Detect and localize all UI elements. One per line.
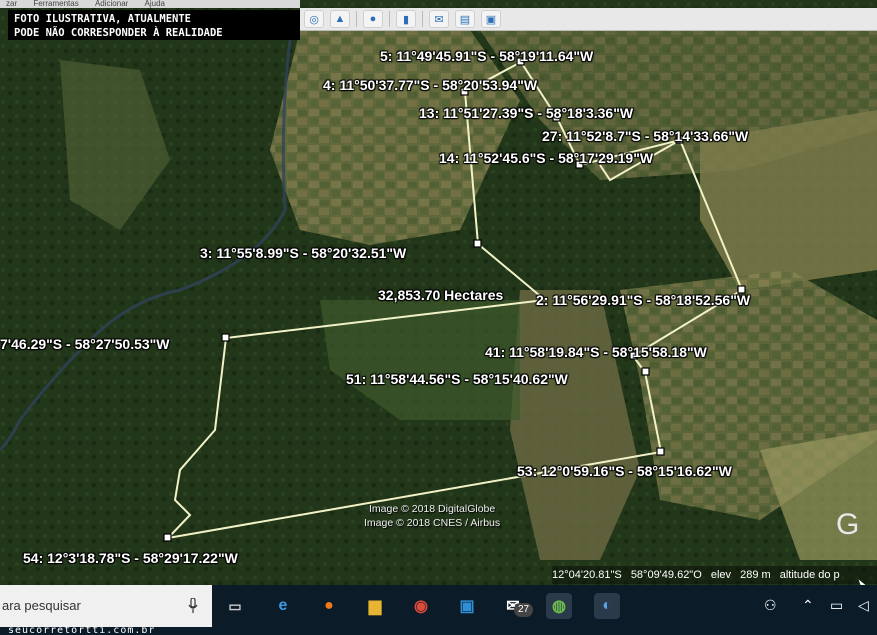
landscape-icon[interactable]: ▲ [330, 10, 350, 28]
file-explorer-icon[interactable]: ▆ [362, 593, 388, 619]
menu-item[interactable]: zar [6, 0, 17, 8]
elevation-readout: 289 m [740, 569, 771, 581]
menu-item-add[interactable]: Adicionar [95, 0, 128, 8]
chrome-icon[interactable]: ◉ [408, 593, 434, 619]
placemark-label-51[interactable]: 51: 11°58'44.56"S - 58°15'40.62"W [346, 371, 568, 387]
watermark: FOTO ILUSTRATIVA, ATUALMENTE PODE NÃO CO… [8, 10, 300, 40]
placemark-label-27[interactable]: 27: 11°52'8.7"S - 58°14'33.66"W [542, 128, 748, 144]
volume-icon[interactable]: ◁ [858, 597, 869, 614]
microphone-icon[interactable] [188, 598, 198, 614]
marker-51 [641, 367, 650, 376]
menu-item-help[interactable]: Ajuda [145, 0, 165, 8]
chevron-up-icon[interactable]: ⌃ [802, 597, 814, 614]
task-view-icon[interactable]: ▭ [222, 593, 248, 619]
status-bar: 12°04'20.81"S 58°09'49.62"O elev 289 m a… [552, 566, 877, 584]
watermark-line-1: FOTO ILUSTRATIVA, ATUALMENTE [14, 13, 192, 25]
longitude-readout: 58°09'49.62"O [630, 569, 702, 581]
taskbar-search-box[interactable]: ara pesquisar [0, 585, 212, 627]
marker-3 [473, 239, 482, 248]
placemark-label-41[interactable]: 41: 11°58'19.84"S - 58°15'58.18"W [485, 344, 707, 360]
toolbar: ◎ ▲ ● ▮ ✉ ▤ ▣ [300, 8, 877, 31]
marker-1 [221, 333, 230, 342]
menu-item-tools[interactable]: Ferramentas [33, 0, 78, 8]
site-watermark: seucorretortti.com.br [0, 626, 877, 635]
google-earth-icon[interactable]: ◐ [594, 593, 620, 619]
latitude-readout: 12°04'20.81"S [552, 569, 622, 581]
placemark-label-3[interactable]: 3: 11°55'8.99"S - 58°20'32.51"W [200, 245, 406, 261]
placemark-label-13[interactable]: 13: 11°51'27.39"S - 58°18'3.36"W [419, 105, 633, 121]
placemark-label-53[interactable]: 53: 12°0'59.16"S - 58°15'16.62"W [517, 463, 732, 479]
satellite-map[interactable] [0, 0, 877, 635]
menu-bar: zar Ferramentas Adicionar Ajuda [0, 0, 300, 8]
watermark-line-2: PODE NÃO CORRESPONDER À REALIDADE [14, 27, 223, 39]
marker-54 [163, 533, 172, 542]
marker-53 [656, 447, 665, 456]
placemark-label-4[interactable]: 4: 11°50'37.77"S - 58°20'53.94"W [323, 77, 537, 93]
battery-icon[interactable]: ▭ [830, 597, 843, 614]
print-icon[interactable]: ▤ [455, 10, 475, 28]
firefox-icon[interactable]: ● [316, 593, 342, 619]
ruler-icon[interactable]: ▮ [396, 10, 416, 28]
placemark-label-14[interactable]: 14: 11°52'45.6"S - 58°17'29.19"W [439, 150, 653, 166]
placemark-label-2[interactable]: 2: 11°56'29.91"S - 58°18'52.56"W [536, 292, 750, 308]
image-credit-1: Image © 2018 DigitalGlobe [369, 503, 496, 515]
placemark-label-54[interactable]: 54: 12°3'18.78"S - 58°29'17.22"W [23, 550, 238, 566]
globe-icon[interactable]: ◎ [304, 10, 324, 28]
app-icon[interactable]: ▣ [454, 593, 480, 619]
email-icon[interactable]: ✉ [429, 10, 449, 28]
search-placeholder: ara pesquisar [2, 598, 81, 613]
google-earth-screenshot: zar Ferramentas Adicionar Ajuda ◎ ▲ ● ▮ … [0, 0, 877, 635]
google-earth-pro-icon[interactable]: ◍ [546, 593, 572, 619]
placemark-label-1[interactable]: 7'46.29"S - 58°27'50.53"W [0, 336, 170, 352]
mail-badge: 27 [514, 603, 534, 617]
placemark-label-5[interactable]: 5: 11°49'45.91"S - 58°19'11.64"W [380, 48, 593, 64]
edge-icon[interactable]: e [270, 593, 296, 619]
altitude-readout: altitude do p [779, 569, 840, 581]
elevation-label: elev [710, 569, 732, 581]
area-label: 32,853.70 Hectares [378, 287, 504, 303]
google-logo: G [836, 508, 860, 541]
image-icon[interactable]: ▣ [481, 10, 501, 28]
windows-taskbar: ara pesquisar ▭ e ● ▆ ◉ ▣ ✉ 27 ◍ ◐ ⚇ ⌃ ▭… [0, 585, 877, 627]
planet-icon[interactable]: ● [363, 10, 383, 28]
people-icon[interactable]: ⚇ [764, 597, 777, 614]
image-credit-2: Image © 2018 CNES / Airbus [364, 517, 501, 529]
